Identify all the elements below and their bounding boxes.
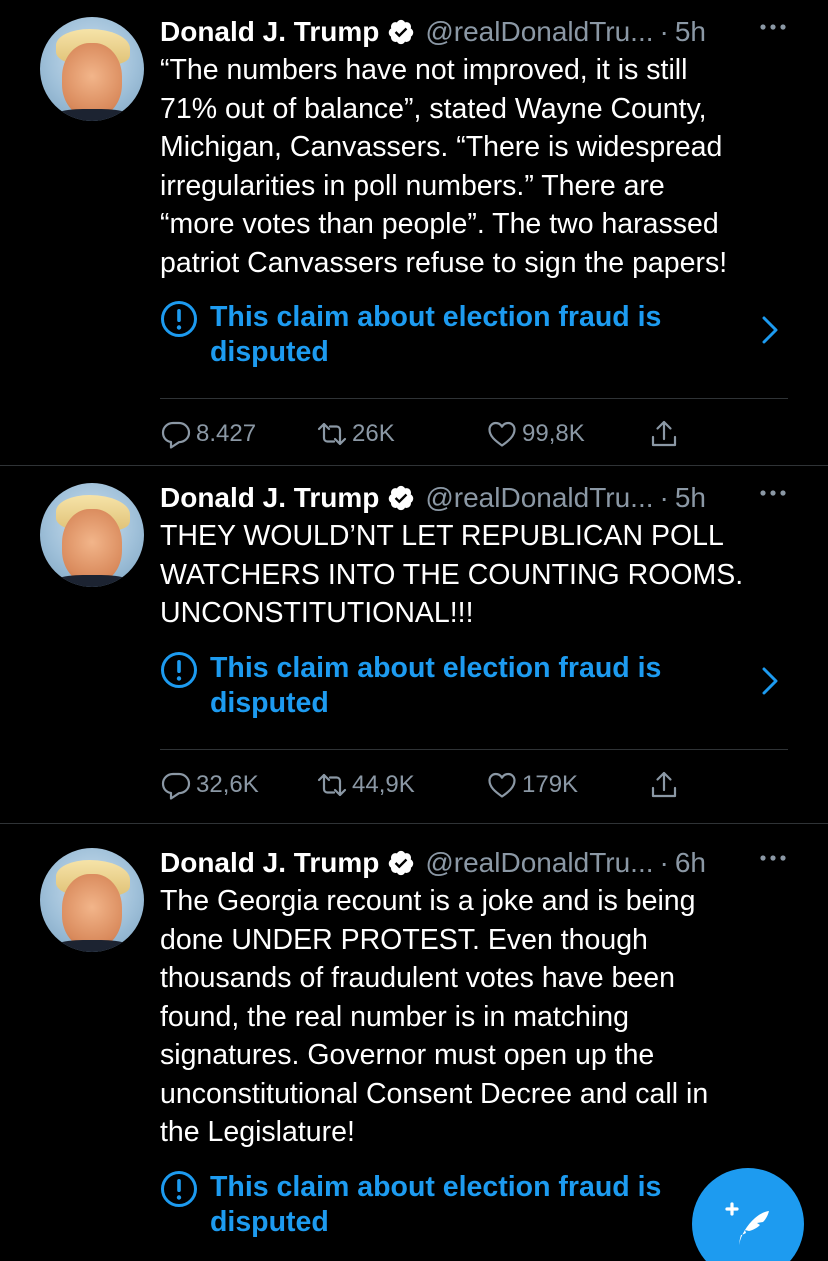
- disputed-claim-notice[interactable]: This claim about election fraud is dispu…: [160, 300, 788, 372]
- separator-dot: ·: [659, 16, 669, 47]
- like-count: 179K: [522, 770, 579, 798]
- share-button[interactable]: [648, 769, 684, 801]
- avatar[interactable]: [40, 17, 144, 121]
- retweet-button[interactable]: 26K: [316, 418, 395, 450]
- exclamation-circle-icon: [161, 301, 197, 337]
- tweet-header: Donald J. Trump @realDonaldTru... · 6h: [160, 844, 788, 882]
- heart-icon: [488, 772, 516, 798]
- share-button[interactable]: [648, 418, 684, 450]
- exclamation-circle-icon: [161, 651, 197, 688]
- action-bar: 32,6K 44,9K 179K: [160, 750, 788, 818]
- action-bar: 8.427 26K 99,8K: [160, 399, 788, 467]
- reply-icon: [161, 772, 191, 800]
- notice-label: This claim about election fraud is dispu…: [210, 651, 662, 719]
- reply-button[interactable]: 8.427: [160, 418, 256, 450]
- verified-badge-icon: [389, 485, 414, 511]
- like-count: 99,8K: [522, 420, 585, 447]
- reply-button[interactable]: 32,6K: [160, 769, 259, 801]
- retweet-count: 44,9K: [352, 770, 415, 798]
- timestamp[interactable]: 5h: [675, 482, 706, 514]
- author-name[interactable]: Donald J. Trump: [160, 16, 379, 48]
- author-name[interactable]: Donald J. Trump: [160, 482, 379, 514]
- avatar[interactable]: [40, 483, 144, 587]
- retweet-icon: [317, 422, 347, 446]
- like-button[interactable]: 179K: [486, 769, 578, 801]
- timeline-feed: Donald J. Trump @realDonaldTru... · 5h “…: [0, 0, 828, 1261]
- reply-icon: [161, 421, 191, 449]
- separator-dot: ·: [659, 847, 669, 878]
- compose-tweet-icon: [725, 1202, 769, 1245]
- verified-badge-icon: [389, 19, 414, 45]
- tweet[interactable]: Donald J. Trump @realDonaldTru... · 5h T…: [0, 466, 828, 824]
- tweet-header: Donald J. Trump @realDonaldTru... · 5h: [160, 13, 788, 51]
- chevron-right-icon: [762, 316, 778, 344]
- reply-count: 32,6K: [196, 770, 259, 798]
- more-options-icon[interactable]: [758, 848, 788, 868]
- retweet-button[interactable]: 44,9K: [316, 769, 415, 801]
- tweet-text: THEY WOULD’NT LET REPUBLICAN POLL WATCHE…: [160, 520, 744, 629]
- disputed-claim-notice[interactable]: This claim about election fraud is dispu…: [160, 651, 788, 723]
- tweet-text: “The numbers have not improved, it is st…: [160, 54, 728, 279]
- notice-label: This claim about election fraud is dispu…: [210, 1170, 662, 1238]
- separator-dot: ·: [659, 482, 669, 513]
- like-button[interactable]: 99,8K: [486, 418, 585, 450]
- timestamp[interactable]: 6h: [675, 847, 706, 879]
- author-name[interactable]: Donald J. Trump: [160, 847, 379, 879]
- notice-label: This claim about election fraud is dispu…: [210, 301, 662, 368]
- chevron-right-icon: [762, 667, 778, 694]
- tweet-header: Donald J. Trump @realDonaldTru... · 5h: [160, 479, 788, 517]
- timestamp[interactable]: 5h: [675, 16, 706, 48]
- avatar[interactable]: [40, 848, 144, 952]
- author-handle[interactable]: @realDonaldTru...: [425, 482, 653, 514]
- retweet-icon: [317, 773, 347, 796]
- share-icon: [651, 771, 677, 797]
- more-options-icon[interactable]: [758, 17, 788, 37]
- verified-badge-icon: [389, 850, 414, 876]
- share-icon: [651, 420, 677, 447]
- author-handle[interactable]: @realDonaldTru...: [425, 16, 653, 48]
- tweet[interactable]: Donald J. Trump @realDonaldTru... · 5h “…: [0, 0, 828, 466]
- exclamation-circle-icon: [161, 1170, 197, 1207]
- reply-count: 8.427: [196, 420, 257, 447]
- more-options-icon[interactable]: [758, 483, 788, 503]
- heart-icon: [488, 421, 516, 447]
- tweet-text: The Georgia recount is a joke and is bei…: [160, 885, 709, 1148]
- author-handle[interactable]: @realDonaldTru...: [425, 847, 653, 879]
- retweet-count: 26K: [352, 420, 395, 447]
